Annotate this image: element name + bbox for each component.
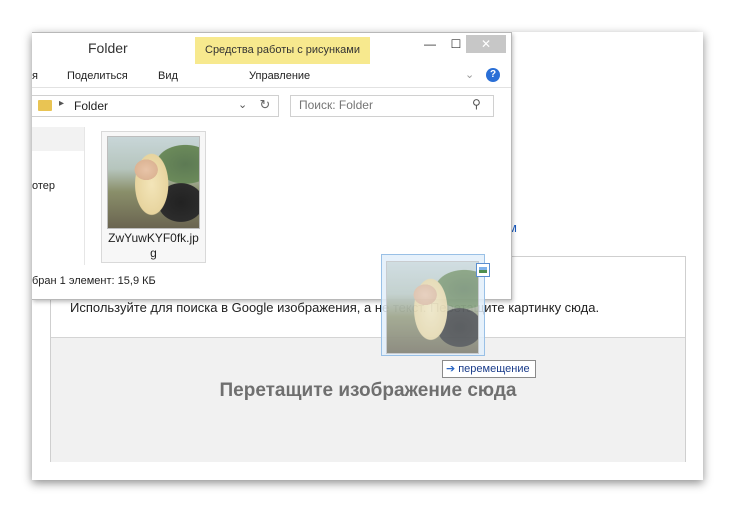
file-name-line-1: ZwYuwKYF0fk.jp <box>108 231 199 245</box>
drag-move-tooltip: ➔ перемещение <box>442 360 536 378</box>
ribbon-tabs: я Поделиться Вид Управление ⌄ ? <box>32 63 511 88</box>
search-box[interactable]: ⚲ <box>290 95 494 117</box>
image-file-icon <box>476 263 490 277</box>
screenshot-stage: м Используйте для поиска в Google изобра… <box>32 32 703 480</box>
address-bar[interactable]: ▸ Folder ⌄ <box>32 95 279 117</box>
drag-preview <box>381 254 490 356</box>
window-title: Folder <box>88 40 128 56</box>
close-button[interactable]: ✕ <box>466 35 506 53</box>
tab-manage[interactable]: Управление <box>249 70 310 82</box>
file-name-line-2: g <box>150 246 157 260</box>
file-name: ZwYuwKYF0fk.jp g <box>102 231 205 261</box>
status-bar-text: бран 1 элемент: 15,9 КБ <box>32 275 156 287</box>
folder-icon <box>38 100 52 111</box>
search-input[interactable] <box>291 96 469 114</box>
image-drop-zone[interactable]: Перетащите изображение сюда <box>51 337 685 462</box>
address-dropdown-icon[interactable]: ⌄ <box>238 98 247 111</box>
breadcrumb-separator-icon[interactable]: ▸ <box>59 98 64 109</box>
image-thumbnail <box>107 136 200 229</box>
search-icon[interactable]: ⚲ <box>472 97 481 111</box>
tab-share[interactable]: Поделиться <box>67 70 128 82</box>
move-arrow-icon: ➔ <box>446 363 456 375</box>
file-item[interactable]: ZwYuwKYF0fk.jp g <box>101 131 206 263</box>
navigation-pane-header <box>32 127 84 151</box>
drag-move-label: перемещение <box>458 363 530 375</box>
tab-partial[interactable]: я <box>32 70 38 82</box>
tab-view[interactable]: Вид <box>158 70 178 82</box>
title-bar[interactable]: Folder Средства работы с рисунками — ☐ ✕ <box>32 33 511 64</box>
refresh-button[interactable]: ↻ <box>254 95 276 115</box>
breadcrumb-folder[interactable]: Folder <box>74 99 108 113</box>
search-by-image-hint: Используйте для поиска в Google изображе… <box>70 300 600 315</box>
picture-tools-context-tab[interactable]: Средства работы с рисунками <box>195 37 370 64</box>
nav-item-computer[interactable]: отер <box>32 180 55 192</box>
dragged-image-thumbnail <box>386 261 479 354</box>
help-icon[interactable]: ? <box>486 68 500 82</box>
drop-zone-label: Перетащите изображение сюда <box>219 380 517 401</box>
navigation-pane: отер <box>32 127 85 265</box>
ribbon-expand-chevron-icon[interactable]: ⌄ <box>465 68 474 81</box>
